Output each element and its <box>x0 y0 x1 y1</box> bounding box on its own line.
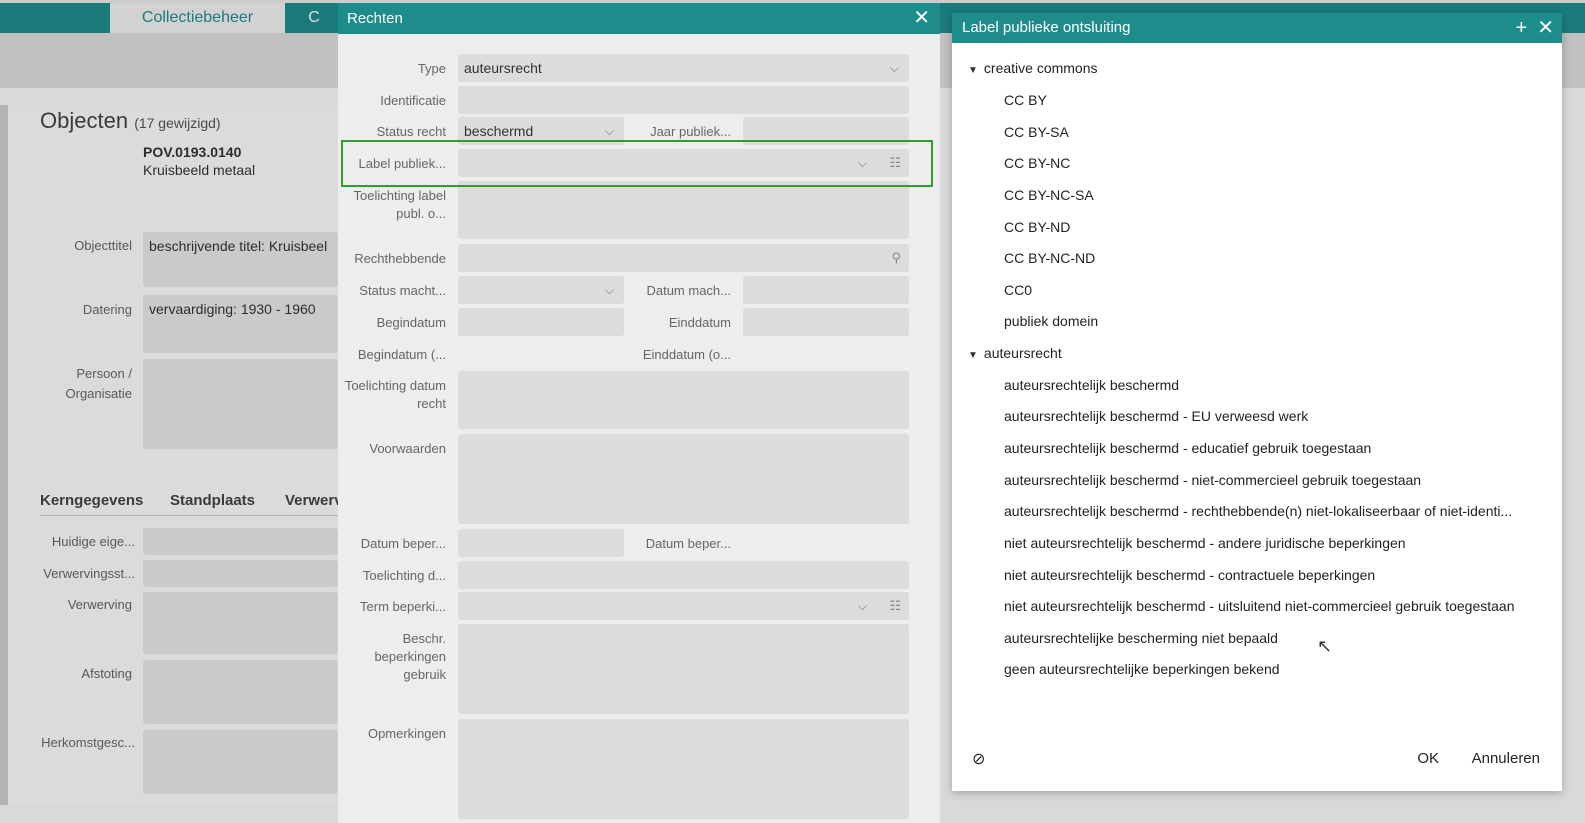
begindatum-label: Begindatum <box>376 315 446 330</box>
tree-item[interactable]: CC BY-NC-ND <box>1004 250 1095 266</box>
jaar-publiek-label: Jaar publiek... <box>650 124 731 139</box>
toelichting-d-label: Toelichting d... <box>362 568 446 583</box>
tree-group-auteursrecht[interactable]: ▼ auteursrecht <box>968 345 1062 361</box>
status-macht-label: Status macht... <box>359 283 446 298</box>
status-recht-value: beschermd <box>464 123 534 139</box>
type-label: Type <box>417 61 446 76</box>
toelichting-d-field[interactable] <box>458 561 909 589</box>
tree-item[interactable]: auteursrechtelijk beschermd - rechthebbe… <box>1004 503 1512 519</box>
status-macht-select[interactable]: ⌵ <box>458 276 624 304</box>
beschr-label: Beschr. beperkingen gebruik <box>374 631 446 682</box>
tree-item[interactable]: CC BY-NC <box>1004 155 1070 171</box>
caret-down-icon[interactable]: ▼ <box>968 350 978 361</box>
opmerkingen-label: Opmerkingen <box>367 726 446 741</box>
group-label: creative commons <box>983 60 1098 76</box>
rechthebbende-label: Rechthebbende <box>354 251 446 266</box>
einddatum-label: Einddatum <box>668 315 731 330</box>
identificatie-label: Identificatie <box>380 93 446 108</box>
hierarchy-icon[interactable]: ☷ <box>889 592 901 620</box>
group-label: auteursrecht <box>983 345 1062 361</box>
type-value: auteursrecht <box>464 60 542 76</box>
chevron-down-icon: ⌵ <box>889 61 899 75</box>
caret-down-icon[interactable]: ▼ <box>968 65 978 76</box>
mouse-cursor-icon: ↖ <box>1317 636 1333 656</box>
toelichting-datum-field[interactable] <box>458 371 909 429</box>
lpo-header: Label publieke ontsluiting + ✕ <box>952 13 1562 43</box>
tree-item[interactable]: CC0 <box>1004 282 1032 298</box>
datum-beper1-label: Datum beper... <box>360 536 446 551</box>
rechten-header: Rechten ✕ <box>338 3 940 34</box>
voorwaarden-label: Voorwaarden <box>369 441 446 456</box>
tree-item[interactable]: niet auteursrechtelijk beschermd - ander… <box>1004 535 1406 551</box>
rechthebbende-field[interactable]: ⚲ <box>458 244 909 272</box>
lpo-title: Label publieke ontsluiting <box>962 19 1131 36</box>
tree-item[interactable]: CC BY <box>1004 92 1047 108</box>
tree-item[interactable]: publiek domein <box>1004 313 1098 329</box>
datum-beper2-label: Datum beper... <box>645 536 731 551</box>
tree-item[interactable]: auteursrechtelijk beschermd <box>1004 377 1179 393</box>
datum-mach-label: Datum mach... <box>646 283 731 298</box>
term-beperki-select[interactable]: ⌵ ☷ <box>458 592 909 620</box>
search-icon[interactable]: ⚲ <box>891 244 901 272</box>
tree-item[interactable]: CC BY-SA <box>1004 124 1069 140</box>
tree-group-creative-commons[interactable]: ▼ creative commons <box>968 60 1098 76</box>
chevron-down-icon: ⌵ <box>604 283 614 297</box>
begindatum-field[interactable] <box>458 308 624 336</box>
voorwaarden-field[interactable] <box>458 434 909 524</box>
clear-icon[interactable]: ⊘ <box>972 749 985 769</box>
tree-item[interactable]: niet auteursrechtelijk beschermd - contr… <box>1004 567 1375 583</box>
beschr-field[interactable] <box>458 624 909 714</box>
toelichting-label-field[interactable] <box>458 181 909 239</box>
begindatum2-label: Begindatum (... <box>357 347 446 362</box>
einddatum-field[interactable] <box>743 308 909 336</box>
tree-item[interactable]: auteursrechtelijk beschermd - EU verwees… <box>1004 408 1308 424</box>
datum-beper1-field[interactable] <box>458 529 624 557</box>
tree-item[interactable]: auteursrechtelijk beschermd - educatief … <box>1004 440 1371 456</box>
einddatum2-label: Einddatum (o... <box>642 347 731 362</box>
datum-mach-field[interactable] <box>743 276 909 304</box>
label-publieke-ontsluiting-dialog: Label publieke ontsluiting + ✕ ▼ creative … <box>952 13 1562 791</box>
rechten-title: Rechten <box>347 10 403 27</box>
add-icon[interactable]: + <box>1516 17 1528 39</box>
focus-highlight <box>341 140 933 187</box>
tree-item[interactable]: auteursrechtelijke bescherming niet bepa… <box>1004 630 1278 646</box>
opmerkingen-field[interactable] <box>458 719 909 819</box>
status-recht-label: Status recht <box>376 124 446 139</box>
lpo-footer: ⊘ OK Annuleren <box>952 731 1562 791</box>
ok-button[interactable]: OK <box>1417 750 1439 767</box>
close-icon[interactable]: ✕ <box>1537 17 1554 39</box>
term-beperki-label: Term beperki... <box>360 599 446 614</box>
toelichting-datum-label: Toelichting datum recht <box>344 378 446 411</box>
close-icon[interactable]: ✕ <box>913 3 930 34</box>
tree-item[interactable]: niet auteursrechtelijk beschermd - uitsl… <box>1004 598 1514 614</box>
tree-item[interactable]: CC BY-ND <box>1004 219 1070 235</box>
tree-item[interactable]: auteursrechtelijk beschermd - niet-comme… <box>1004 472 1421 488</box>
chevron-down-icon: ⌵ <box>857 599 867 613</box>
tree-item[interactable]: geen auteursrechtelijke beperkingen beke… <box>1004 661 1280 677</box>
toelichting-label-label: Toelichting label publ. o... <box>353 188 446 221</box>
type-select[interactable]: auteursrecht ⌵ <box>458 54 909 82</box>
identificatie-field[interactable] <box>458 86 909 114</box>
cancel-button[interactable]: Annuleren <box>1472 750 1540 767</box>
tree-item[interactable]: CC BY-NC-SA <box>1004 187 1094 203</box>
